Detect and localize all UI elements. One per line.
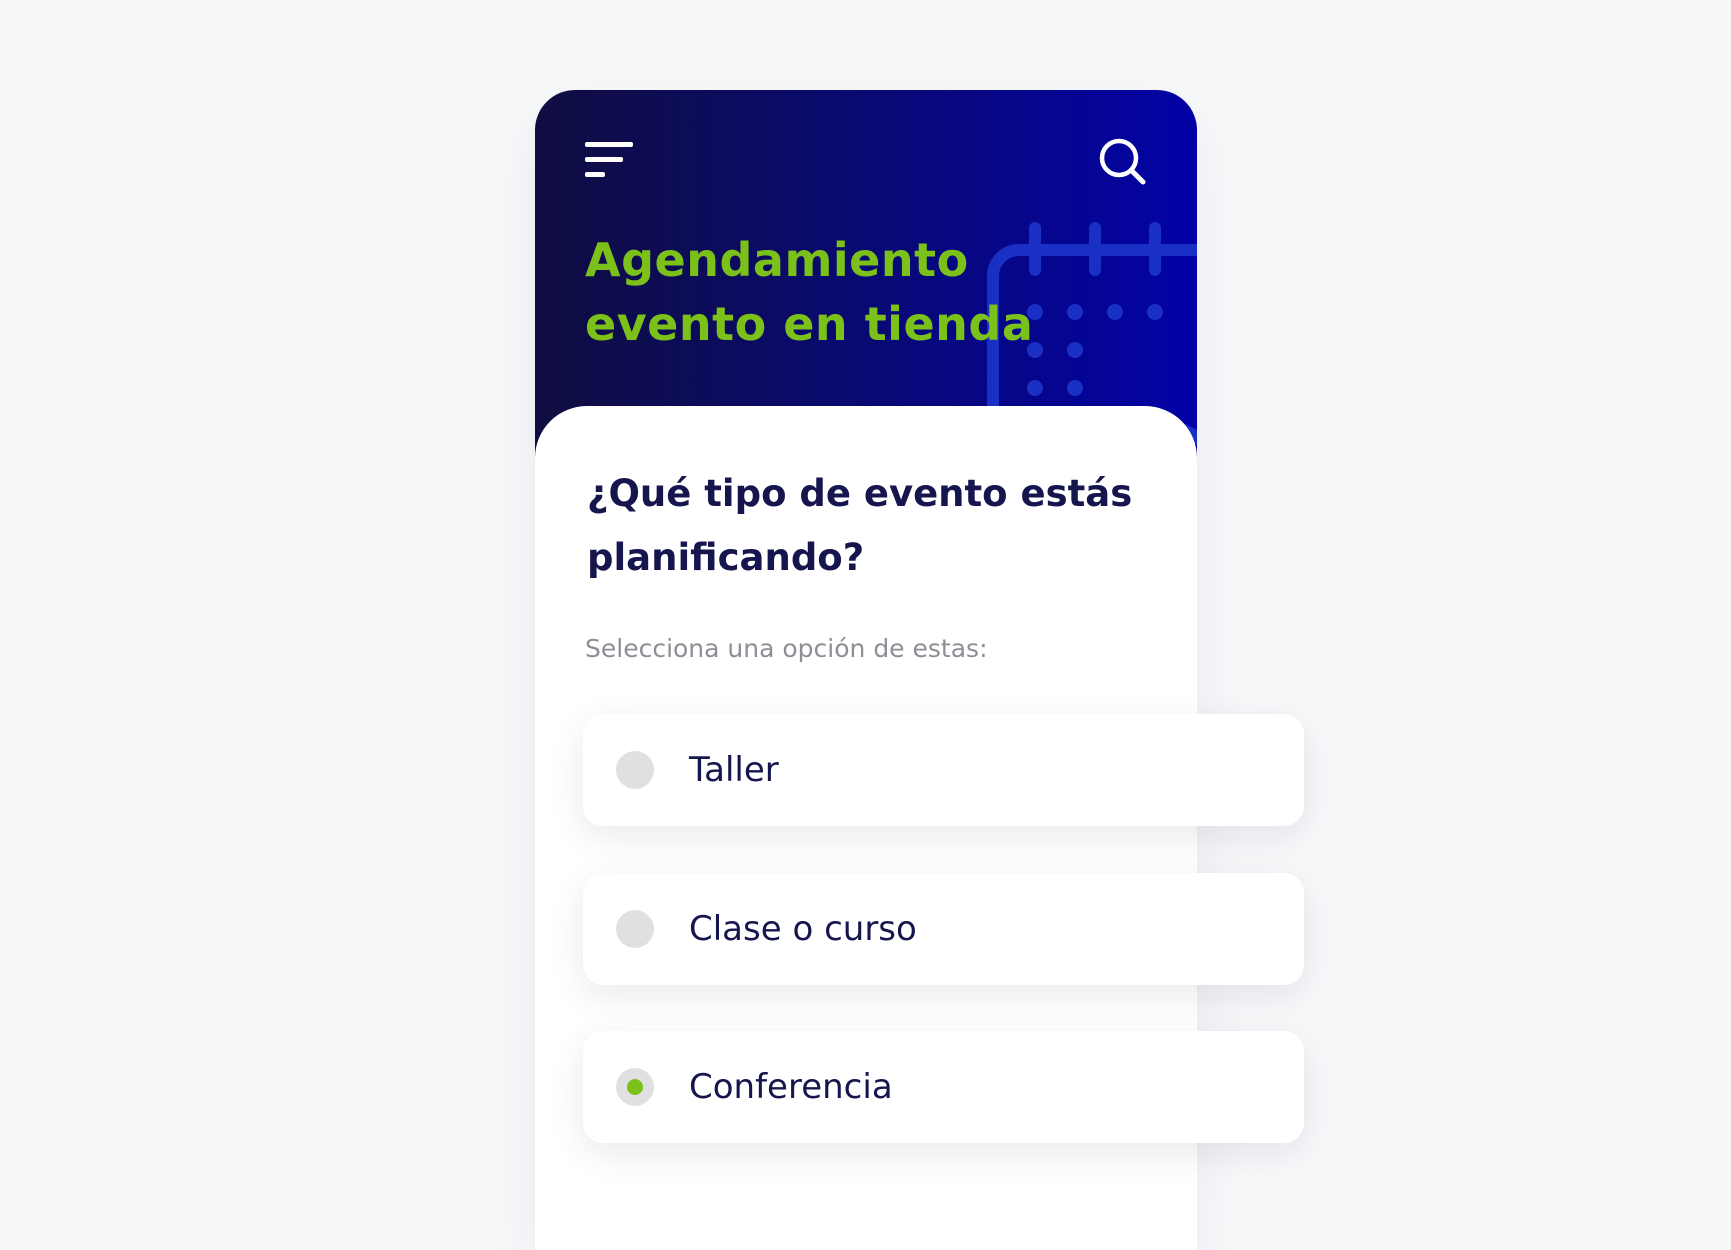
option-label: Taller [689,750,779,790]
radio-selected-dot [627,1079,643,1095]
option-label: Conferencia [689,1067,893,1107]
hamburger-menu-icon[interactable] [585,140,637,180]
radio-button[interactable] [616,910,654,948]
page-title: Agendamiento evento en tienda [585,228,1033,356]
question-line-1: ¿Qué tipo de evento estás [587,472,1133,515]
option-label: Clase o curso [689,909,917,949]
page-title-line-1: Agendamiento [585,233,969,287]
radio-button[interactable] [616,751,654,789]
option-conferencia[interactable]: Conferencia [583,1031,1304,1143]
page-title-line-2: evento en tienda [585,297,1034,351]
question-line-2: planificando? [587,536,865,579]
option-taller[interactable]: Taller [583,714,1304,826]
option-clase-o-curso[interactable]: Clase o curso [583,873,1304,985]
search-icon[interactable] [1095,134,1151,190]
question-heading: ¿Qué tipo de evento estás planificando? [587,462,1167,590]
radio-button-selected[interactable] [616,1068,654,1106]
helper-text: Selecciona una opción de estas: [585,634,988,663]
